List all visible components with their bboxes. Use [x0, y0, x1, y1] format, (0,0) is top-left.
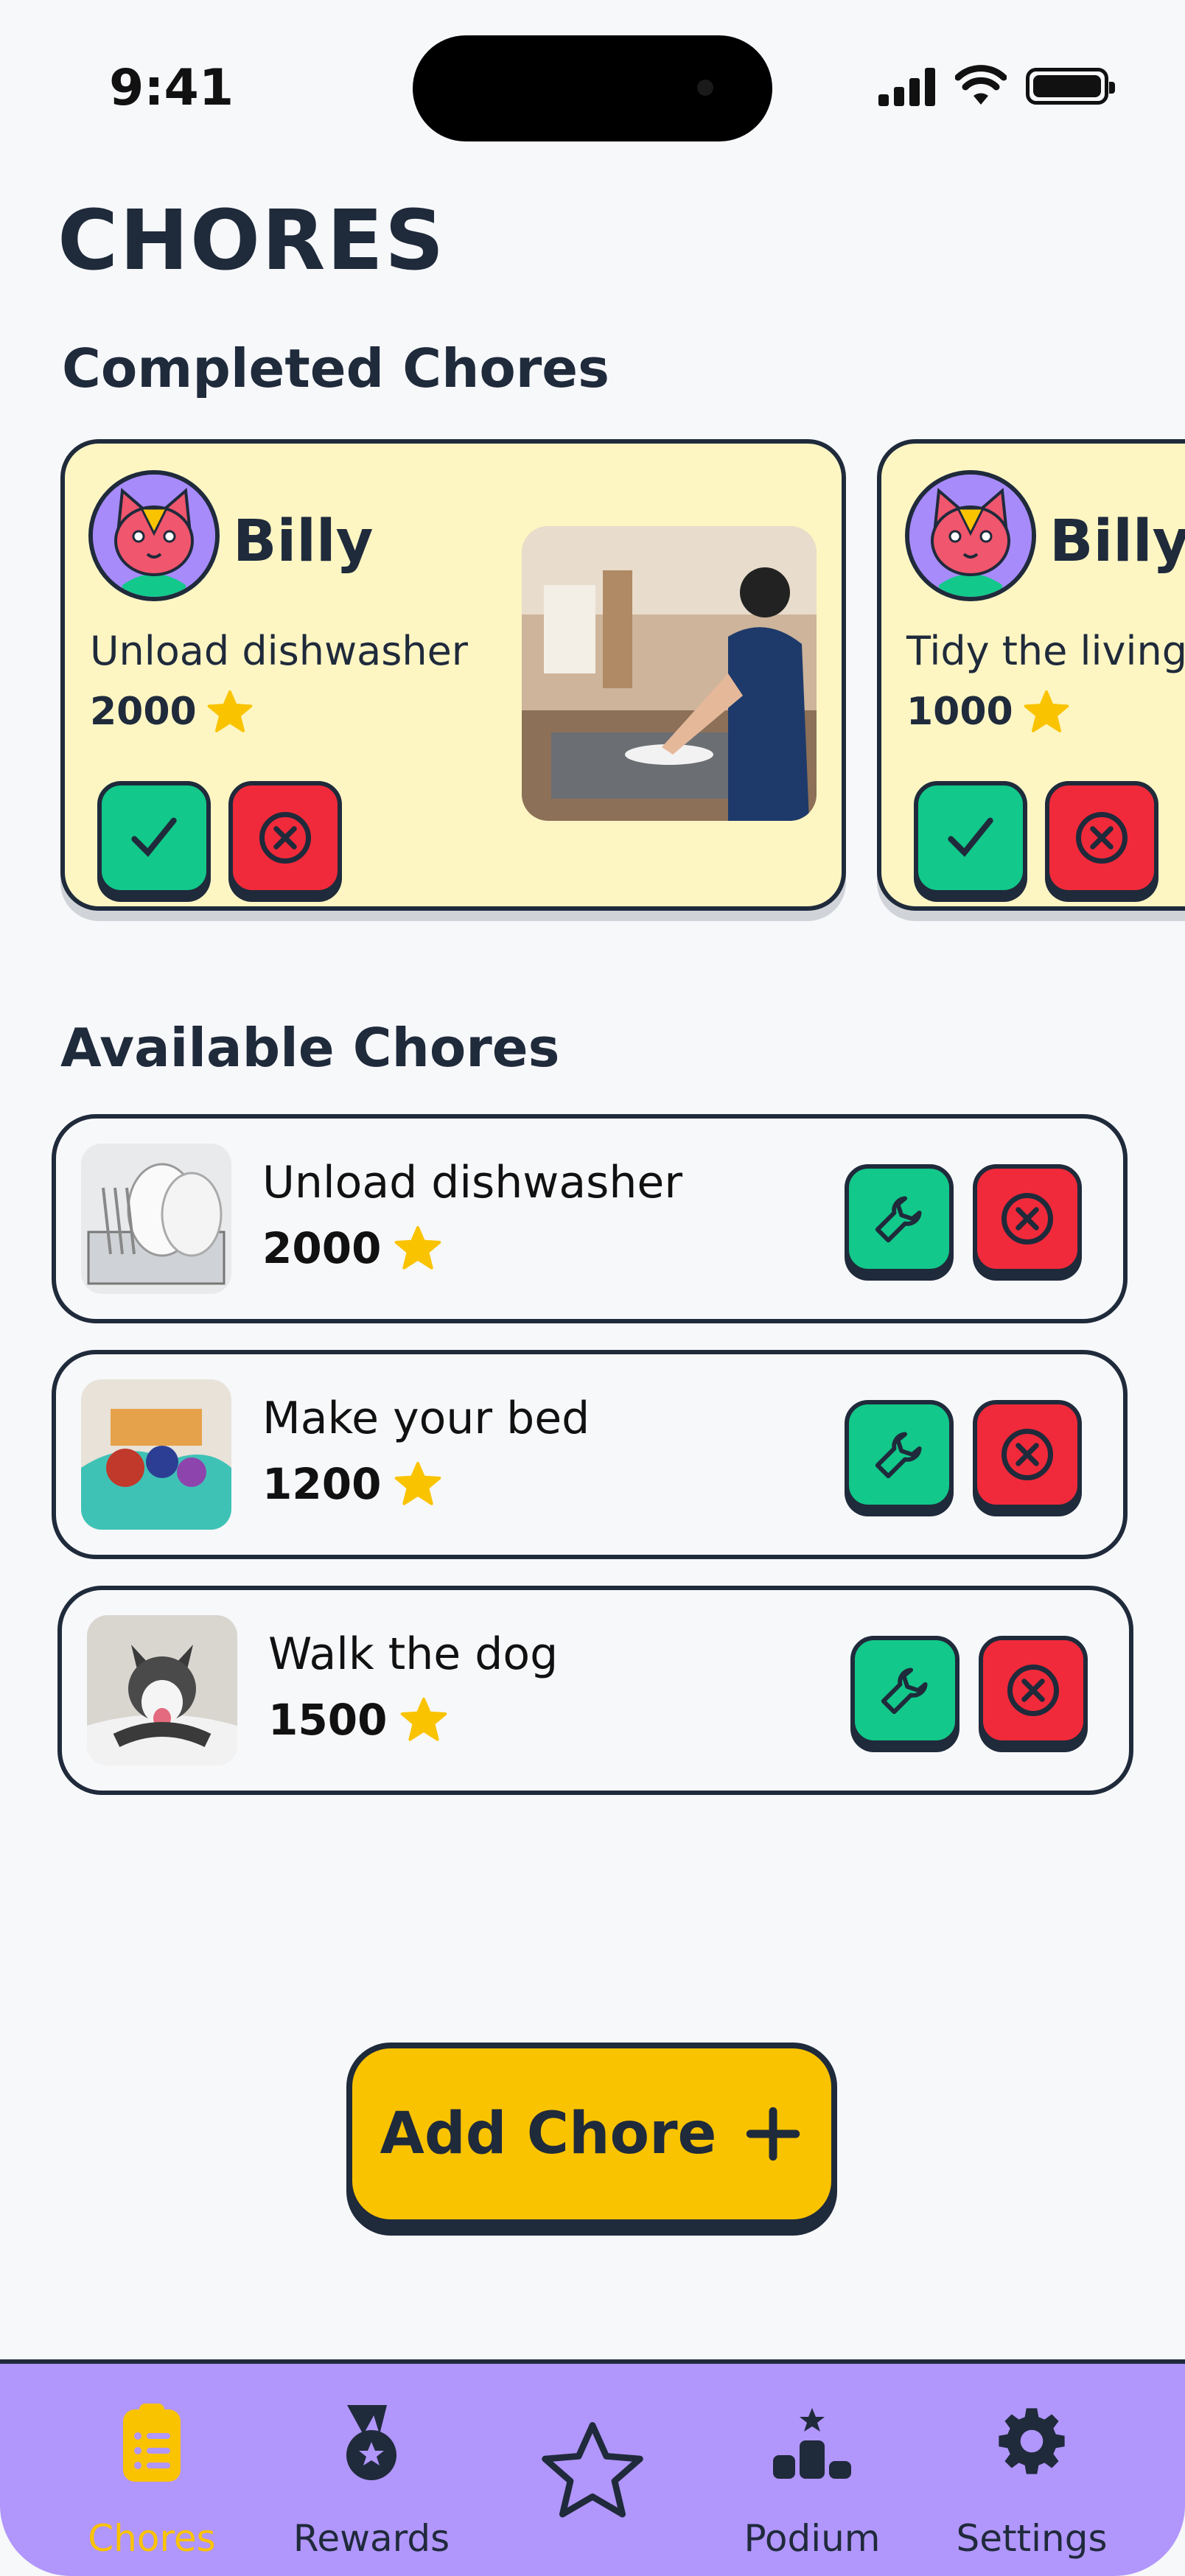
available-chore-name: Walk the dog [268, 1628, 559, 1680]
completed-chore-card[interactable]: Billy Tidy the living room 1000 [877, 439, 1185, 911]
completed-chore-points: 1000 [906, 690, 1069, 734]
tab-label: Chores [88, 2517, 216, 2560]
cat-avatar-icon [905, 470, 1036, 601]
add-chore-button[interactable]: Add Chore [346, 2043, 837, 2225]
tab-label: Settings [956, 2517, 1108, 2560]
reject-button[interactable] [228, 781, 342, 895]
available-chore-row[interactable]: Walk the dog 1500 [57, 1586, 1133, 1795]
kid-name: Billy [233, 508, 374, 575]
status-time: 9:41 [109, 59, 234, 117]
cat-avatar-icon [88, 470, 220, 601]
wrench-icon [881, 1667, 928, 1715]
wifi-icon [955, 65, 1007, 105]
chore-thumbnail-dish-rack [81, 1144, 231, 1294]
battery-icon [1026, 68, 1115, 105]
points-value: 1500 [268, 1695, 388, 1745]
available-chore-points: 1200 [262, 1459, 441, 1509]
points-value: 1000 [906, 690, 1013, 734]
approve-button[interactable] [914, 781, 1027, 895]
tab-rewards[interactable]: Rewards [276, 2364, 467, 2576]
medal-icon [346, 2405, 396, 2480]
available-chore-row[interactable]: Unload dishwasher 2000 [52, 1114, 1128, 1323]
plus-icon [747, 2107, 800, 2161]
points-value: 2000 [262, 1223, 382, 1273]
completed-chore-points: 2000 [90, 690, 253, 734]
available-chore-name: Unload dishwasher [262, 1157, 682, 1208]
add-chore-label: Add Chore [380, 2101, 717, 2167]
available-chore-points: 1500 [268, 1695, 447, 1745]
points-value: 1200 [262, 1459, 382, 1509]
tab-settings[interactable]: Settings [936, 2364, 1128, 2576]
page-title: CHORES [57, 193, 446, 289]
chore-thumbnail-husky-dog [87, 1615, 237, 1765]
kid-name: Billy [1049, 508, 1185, 575]
delete-button[interactable] [973, 1164, 1082, 1273]
tab-podium[interactable]: Podium [716, 2364, 908, 2576]
tab-chores[interactable]: Chores [56, 2364, 248, 2576]
available-chore-row[interactable]: Make your bed 1200 [52, 1350, 1128, 1559]
dynamic-island [413, 35, 772, 141]
gear-icon [999, 2408, 1065, 2474]
chore-thumbnail-messy-bed [81, 1379, 231, 1530]
star-icon [542, 2422, 643, 2518]
completed-section-title: Completed Chores [62, 337, 609, 399]
available-section-title: Available Chores [60, 1017, 560, 1079]
points-value: 2000 [90, 690, 197, 734]
star-icon [401, 1698, 447, 1741]
tab-bar: Chores Rewards Podium Settings [0, 2359, 1185, 2576]
close-circle-icon [1002, 1193, 1053, 1245]
completed-chore-card[interactable]: Billy Unload dishwasher 2000 [60, 439, 846, 911]
tab-label: Rewards [293, 2517, 450, 2560]
available-chore-points: 2000 [262, 1223, 441, 1273]
available-chore-name: Make your bed [262, 1393, 590, 1444]
completed-chore-name: Unload dishwasher [90, 628, 468, 674]
star-icon [395, 1462, 441, 1505]
assign-button[interactable] [845, 1164, 954, 1273]
delete-button[interactable] [973, 1400, 1082, 1509]
status-bar: 9:41 [0, 0, 1185, 177]
approve-button[interactable] [97, 781, 211, 895]
check-icon [948, 817, 993, 857]
cellular-signal-icon [878, 68, 935, 106]
delete-button[interactable] [979, 1636, 1088, 1745]
podium-icon [773, 2408, 851, 2479]
chore-proof-photo[interactable] [522, 526, 817, 821]
close-circle-icon [1002, 1429, 1053, 1480]
close-circle-icon [1076, 812, 1128, 864]
assign-button[interactable] [845, 1400, 954, 1509]
wrench-icon [875, 1432, 922, 1479]
clipboard-icon [123, 2404, 181, 2482]
chores-screen: 9:41 CHORES Completed Chores Billy Unloa… [0, 0, 1185, 2576]
tab-label: Podium [744, 2517, 881, 2560]
wrench-icon [875, 1196, 922, 1243]
star-icon [1024, 690, 1069, 732]
close-circle-icon [1007, 1665, 1059, 1716]
check-icon [131, 817, 177, 857]
completed-chore-name: Tidy the living room [906, 628, 1185, 674]
reject-button[interactable] [1045, 781, 1158, 895]
close-circle-icon [259, 812, 311, 864]
star-icon [395, 1226, 441, 1270]
star-icon [207, 690, 253, 732]
assign-button[interactable] [850, 1636, 959, 1745]
tab-star[interactable] [497, 2364, 688, 2576]
